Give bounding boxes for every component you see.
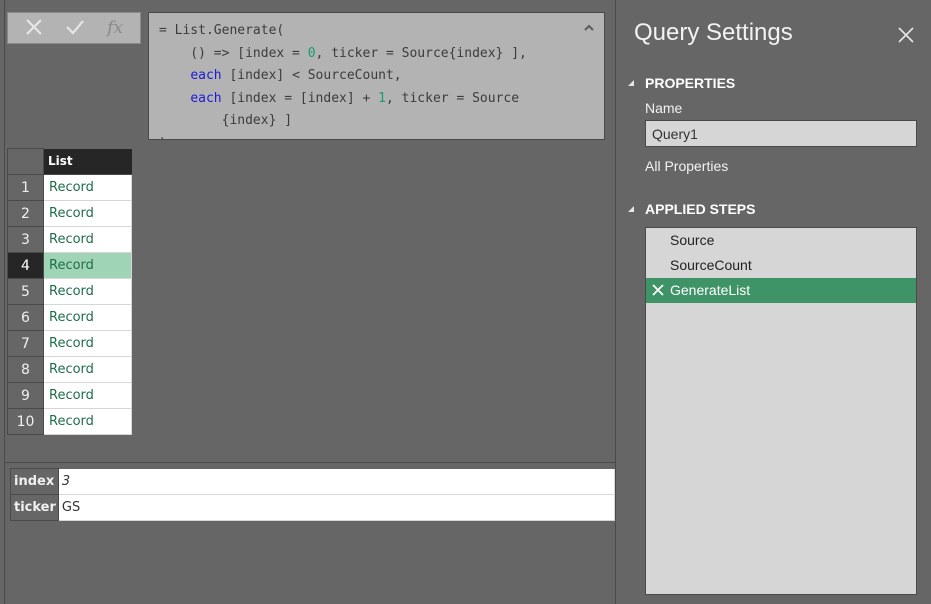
applied-step-label: GenerateList <box>670 282 751 298</box>
record-link-cell[interactable]: Record <box>43 304 132 331</box>
row-number[interactable]: 6 <box>7 304 44 331</box>
record-field-row: index 3 <box>10 468 615 495</box>
row-number[interactable]: 7 <box>7 330 44 357</box>
record-link-cell[interactable]: Record <box>43 174 132 201</box>
formula-text: ) <box>159 136 167 140</box>
record-field-label: ticker <box>10 494 59 521</box>
formula-text <box>159 68 190 83</box>
table-row[interactable]: 10 Record <box>7 408 132 435</box>
cancel-formula-button[interactable] <box>25 18 43 39</box>
checkmark-icon <box>66 19 84 35</box>
formula-line: () => [index = 0, ticker = Source{index}… <box>159 43 604 66</box>
table-row[interactable]: 9 Record <box>7 382 132 409</box>
record-field-row: ticker GS <box>10 494 615 521</box>
table-row[interactable]: 3 Record <box>7 226 132 253</box>
record-link-cell[interactable]: Record <box>43 200 132 227</box>
formula-toolbar: fx <box>7 12 141 44</box>
applied-step-item[interactable]: GenerateList <box>646 278 916 303</box>
formula-line: each [index] < SourceCount, <box>159 65 604 88</box>
properties-heading: PROPERTIES <box>645 75 736 91</box>
formula-text: = List.Generate( <box>159 23 285 38</box>
formula-line: each [index = [index] + 1, ticker = Sour… <box>159 88 604 111</box>
query-name-input[interactable] <box>645 120 917 147</box>
formula-text: , ticker = Source <box>386 90 520 106</box>
record-link-cell[interactable]: Record <box>43 408 132 435</box>
row-number[interactable]: 5 <box>7 278 44 305</box>
record-preview: index 3 ticker GS <box>10 468 615 521</box>
results-grid: List 1 Record 2 Record 3 Record 4 Record 5 Record… <box>7 148 132 435</box>
formula-keyword: each <box>190 90 222 106</box>
formula-number: 0 <box>307 45 316 61</box>
query-settings-pane: Query Settings PROPERTIES Name All Prope… <box>616 0 931 604</box>
applied-step-item[interactable]: SourceCount <box>646 253 916 278</box>
table-row[interactable]: 5 Record <box>7 278 132 305</box>
collapse-triangle-icon <box>628 80 634 86</box>
all-properties-link[interactable]: All Properties <box>645 158 728 174</box>
formula-number: 1 <box>378 90 386 106</box>
formula-text: {index} ] <box>159 113 293 128</box>
row-number[interactable]: 3 <box>7 226 44 253</box>
applied-step-label: SourceCount <box>670 257 752 273</box>
applied-step-label: Source <box>670 232 715 248</box>
grid-corner[interactable] <box>7 148 44 175</box>
properties-section-toggle[interactable]: PROPERTIES <box>628 75 735 91</box>
formula-text: [index] < SourceCount, <box>221 68 402 83</box>
delete-step-icon[interactable] <box>652 284 664 296</box>
confirm-formula-button[interactable] <box>65 18 85 39</box>
row-number[interactable]: 10 <box>7 408 44 435</box>
applied-step-item[interactable]: Source <box>646 228 916 253</box>
formula-line: {index} ] <box>159 110 604 133</box>
table-row[interactable]: 8 Record <box>7 356 132 383</box>
row-number[interactable]: 4 <box>7 252 44 279</box>
formula-line: ) <box>159 133 604 140</box>
name-label: Name <box>645 100 683 116</box>
table-row[interactable]: 4 Record <box>7 252 132 279</box>
chevron-up-icon[interactable] <box>584 23 594 33</box>
row-number[interactable]: 1 <box>7 174 44 201</box>
applied-steps-list: Source SourceCount GenerateList <box>645 227 917 595</box>
record-link-cell[interactable]: Record <box>43 252 132 279</box>
formula-text <box>159 91 190 106</box>
applied-steps-section-toggle[interactable]: APPLIED STEPS <box>628 201 755 217</box>
table-row[interactable]: 7 Record <box>7 330 132 357</box>
applied-steps-heading: APPLIED STEPS <box>645 201 756 217</box>
table-row[interactable]: 6 Record <box>7 304 132 331</box>
table-row[interactable]: 1 Record <box>7 174 132 201</box>
record-link-cell[interactable]: Record <box>43 226 132 253</box>
column-header-list[interactable]: List <box>43 148 132 175</box>
collapse-triangle-icon <box>628 206 634 212</box>
record-link-cell[interactable]: Record <box>43 278 132 305</box>
table-row[interactable]: 2 Record <box>7 200 132 227</box>
record-field-value: 3 <box>58 468 615 495</box>
record-link-cell[interactable]: Record <box>43 382 132 409</box>
formula-text: [index = [index] + <box>221 90 379 106</box>
record-field-value: GS <box>58 494 615 521</box>
close-icon[interactable] <box>898 27 914 43</box>
record-link-cell[interactable]: Record <box>43 330 132 357</box>
formula-editor[interactable]: = List.Generate( () => [index = 0, ticke… <box>148 12 605 140</box>
query-settings-title: Query Settings <box>634 19 793 46</box>
close-x-icon <box>26 18 42 35</box>
row-number[interactable]: 2 <box>7 200 44 227</box>
formula-code[interactable]: = List.Generate( () => [index = 0, ticke… <box>149 13 604 140</box>
formula-text: , ticker = Source{index} ], <box>315 45 527 61</box>
row-number[interactable]: 8 <box>7 356 44 383</box>
formula-text: () => [index = <box>159 45 308 61</box>
record-link-cell[interactable]: Record <box>43 356 132 383</box>
formula-keyword: each <box>190 68 222 83</box>
row-number[interactable]: 9 <box>7 382 44 409</box>
formula-line: = List.Generate( <box>159 20 604 43</box>
record-field-label: index <box>10 468 59 495</box>
insert-function-button[interactable]: fx <box>107 19 123 37</box>
preview-divider[interactable] <box>5 462 615 463</box>
